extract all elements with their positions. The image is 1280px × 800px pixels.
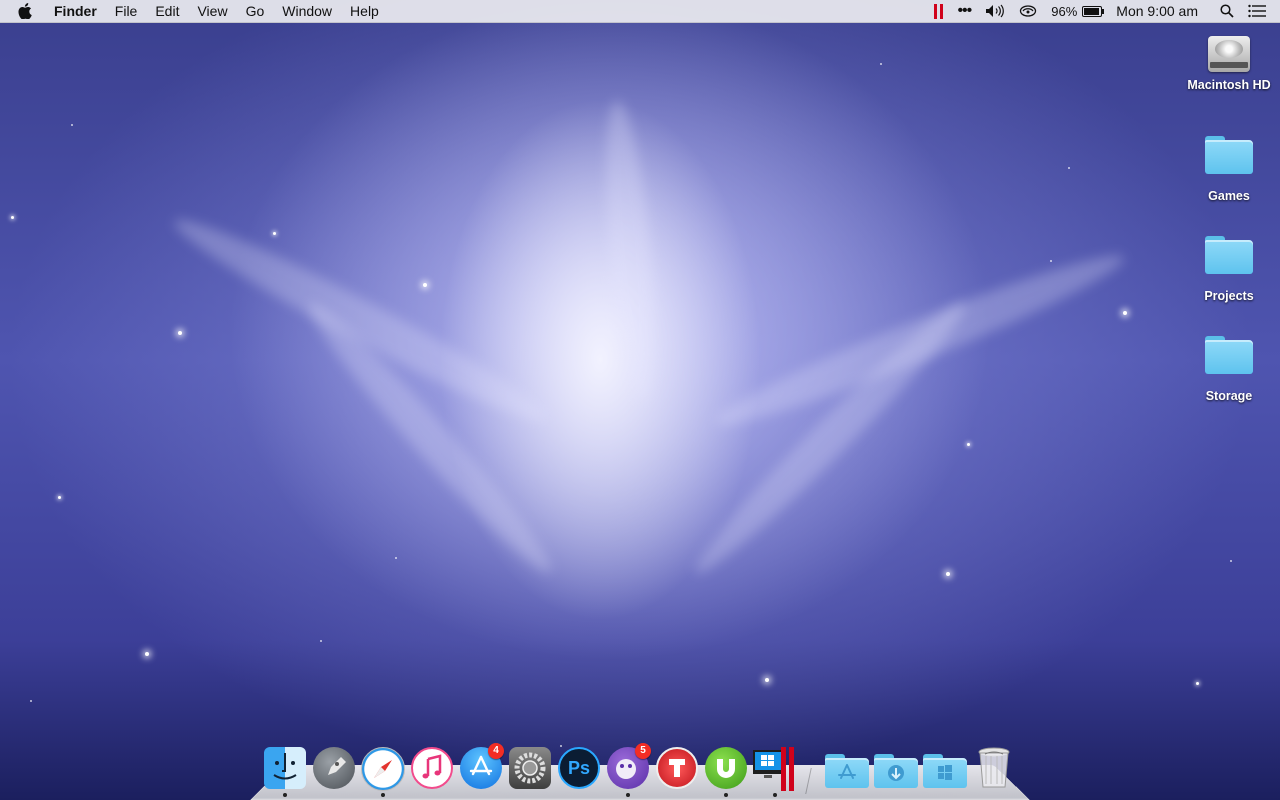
- tweetbot-icon: 5: [607, 743, 651, 789]
- dock-trash[interactable]: [972, 746, 1016, 790]
- apple-logo-icon[interactable]: [18, 3, 36, 19]
- menu-bar: Finder File Edit View Go Window Help •••…: [0, 0, 1280, 23]
- dock-utorrent[interactable]: [704, 746, 748, 790]
- menu-help[interactable]: Help: [341, 0, 388, 22]
- desktop-icon-label: Macintosh HD: [1187, 78, 1271, 92]
- safari-compass-icon: [361, 747, 405, 791]
- dock-windows[interactable]: [751, 746, 795, 791]
- dock-itunes[interactable]: [410, 746, 454, 790]
- itunes-note-icon: [411, 747, 453, 789]
- gear-icon: [509, 747, 551, 789]
- windows-folder-icon: [923, 754, 967, 788]
- dock-photoshop[interactable]: Ps: [557, 746, 601, 790]
- hard-drive-icon: [1206, 28, 1252, 74]
- dock-transmit[interactable]: [655, 746, 699, 790]
- folder-icon: [1205, 136, 1253, 174]
- tweetbot-badge: 5: [635, 743, 651, 759]
- notification-list-icon[interactable]: [1248, 4, 1266, 18]
- launchpad-rocket-icon: [313, 747, 355, 789]
- menu-clock[interactable]: Mon 9:00 am: [1116, 3, 1198, 19]
- search-icon[interactable]: [1220, 4, 1234, 18]
- battery-percent: 96%: [1051, 3, 1078, 19]
- dock-stack-windows-applications[interactable]: [923, 746, 967, 790]
- folder-icon: [1205, 236, 1253, 274]
- battery-icon: [1082, 5, 1105, 17]
- applications-folder-icon: [825, 754, 869, 788]
- menu-window[interactable]: Window: [273, 0, 341, 22]
- trash-icon: [976, 746, 1012, 790]
- utorrent-icon: [705, 747, 747, 789]
- desktop-wallpaper: [0, 0, 1280, 800]
- finder-icon: [264, 747, 306, 789]
- desktop-icon-games[interactable]: Games: [1179, 136, 1279, 203]
- photoshop-icon: Ps: [558, 747, 600, 789]
- menu-go[interactable]: Go: [237, 0, 274, 22]
- desktop-icon-macintosh-hd[interactable]: Macintosh HD: [1179, 28, 1279, 92]
- photoshop-text: Ps: [567, 758, 591, 778]
- desktop-icon-label: Games: [1208, 189, 1250, 203]
- menu-app-finder[interactable]: Finder: [50, 0, 106, 22]
- volume-icon[interactable]: [985, 4, 1005, 18]
- dock-app-store[interactable]: 4: [459, 743, 504, 790]
- desktop-icon-storage[interactable]: Storage: [1179, 336, 1279, 403]
- dock-launchpad[interactable]: [312, 746, 356, 790]
- app-store-icon: 4: [460, 743, 504, 789]
- dock-system-preferences[interactable]: [508, 746, 552, 790]
- dock-finder[interactable]: [263, 746, 307, 790]
- battery-fill: [1084, 7, 1100, 15]
- battery-status[interactable]: 96%: [1051, 3, 1105, 19]
- menu-file[interactable]: File: [106, 0, 147, 22]
- transmit-icon: [656, 747, 698, 789]
- downloads-folder-icon: [874, 754, 918, 788]
- parallels-icon[interactable]: [934, 3, 944, 19]
- desktop-icon-label: Storage: [1205, 389, 1253, 403]
- dock-stack-downloads[interactable]: [874, 746, 918, 790]
- menu-edit[interactable]: Edit: [146, 0, 188, 22]
- more-dots-icon[interactable]: •••: [957, 2, 972, 20]
- desktop-icon-label: Projects: [1204, 289, 1254, 303]
- dock-tweetbot[interactable]: 5: [606, 743, 651, 790]
- desktop-icon-projects[interactable]: Projects: [1179, 236, 1279, 303]
- menu-view[interactable]: View: [188, 0, 236, 22]
- windows-parallels-icon: [752, 747, 794, 791]
- cloud-sync-icon[interactable]: [1019, 4, 1037, 18]
- dock-stack-applications[interactable]: [825, 746, 869, 790]
- app-store-badge: 4: [488, 743, 504, 759]
- dock-safari[interactable]: [361, 746, 405, 791]
- folder-icon: [1205, 336, 1253, 374]
